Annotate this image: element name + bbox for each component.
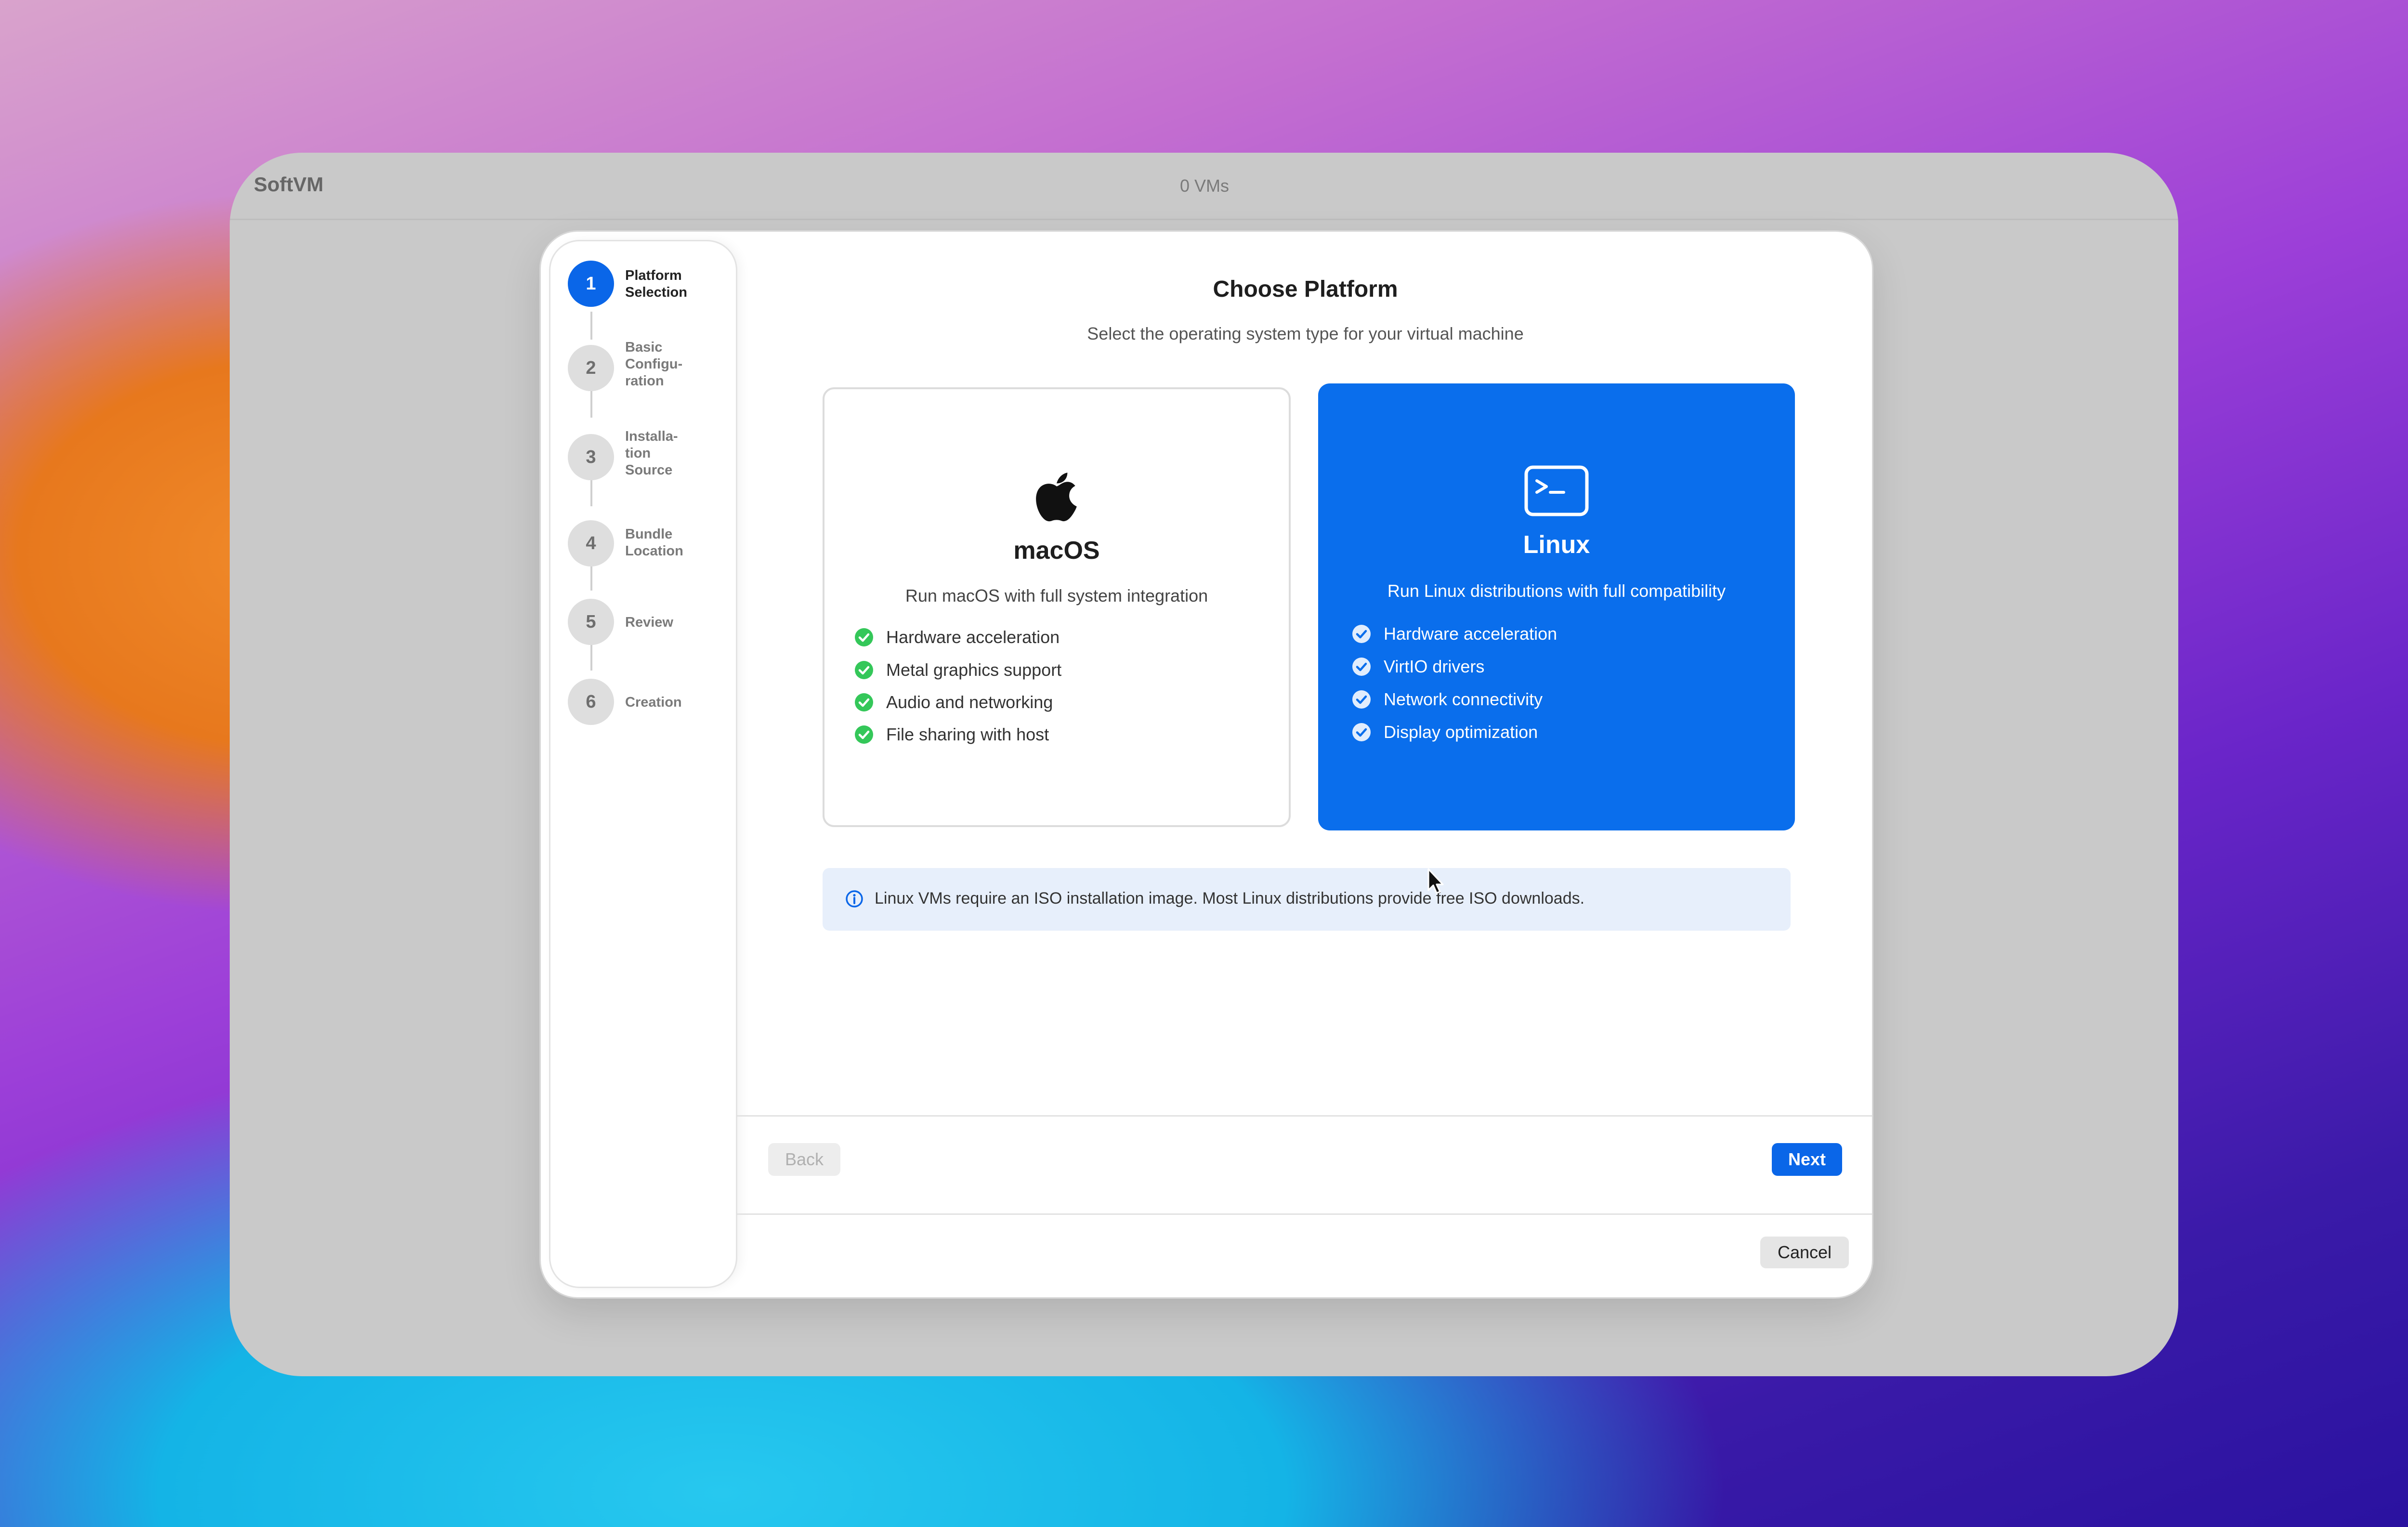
step-label: Basic Configu-ration	[625, 340, 683, 389]
mouse-cursor	[1426, 867, 1446, 896]
step-connector	[590, 644, 592, 671]
platform-card-macos[interactable]: macOS Run macOS with full system integra…	[823, 387, 1291, 827]
linux-feature: Hardware acceleration	[1352, 622, 1557, 646]
macos-feature: Audio and networking	[854, 690, 1053, 714]
feature-label: Metal graphics support	[886, 660, 1062, 680]
step-number: 5	[568, 599, 614, 645]
feature-label: Audio and networking	[886, 692, 1053, 712]
step-label: Installa-tion Source	[625, 429, 678, 478]
check-circle-icon	[855, 693, 873, 711]
check-circle-icon	[1352, 690, 1371, 709]
feature-label: Network connectivity	[1384, 689, 1543, 709]
step-number: 1	[568, 261, 614, 307]
step-connector	[590, 390, 592, 418]
cancel-button[interactable]: Cancel	[1760, 1237, 1849, 1268]
next-button[interactable]: Next	[1772, 1143, 1842, 1176]
step-label: Platform Selection	[625, 268, 687, 300]
step-number: 4	[568, 520, 614, 566]
step-number: 3	[568, 434, 614, 480]
check-circle-icon	[855, 661, 873, 679]
check-circle-icon	[855, 725, 873, 744]
back-button[interactable]: Back	[768, 1143, 840, 1176]
info-banner: Linux VMs require an ISO installation im…	[823, 868, 1791, 931]
linux-description: Run Linux distributions with full compat…	[1387, 581, 1726, 601]
linux-feature: Display optimization	[1352, 720, 1538, 744]
page-subtitle: Select the operating system type for you…	[1087, 324, 1524, 343]
step-number: 6	[568, 679, 614, 725]
step-connector	[590, 312, 592, 340]
feature-label: Hardware acceleration	[1384, 624, 1557, 644]
step-label: Bundle Location	[625, 527, 683, 559]
feature-label: File sharing with host	[886, 724, 1049, 744]
vm-count: 0 VMs	[1180, 176, 1230, 196]
step-connector	[590, 564, 592, 591]
feature-label: Hardware acceleration	[886, 627, 1060, 647]
apple-icon	[1032, 469, 1082, 523]
sheet-footer-divider	[736, 1213, 1872, 1215]
step-number: 2	[568, 345, 614, 391]
check-circle-icon	[1352, 723, 1371, 741]
new-vm-wizard-sheet: 1 Platform Selection 2 Basic Configu-rat…	[539, 230, 1873, 1299]
footer-divider	[736, 1115, 1872, 1117]
terminal-icon	[1524, 465, 1589, 516]
step-label: Review	[625, 615, 673, 630]
feature-label: Display optimization	[1384, 722, 1538, 742]
check-circle-icon	[1352, 625, 1371, 643]
feature-label: VirtIO drivers	[1384, 657, 1485, 676]
linux-feature: VirtIO drivers	[1352, 655, 1484, 679]
page-title: Choose Platform	[1213, 276, 1398, 302]
linux-feature: Network connectivity	[1352, 687, 1543, 711]
macos-description: Run macOS with full system integration	[905, 586, 1208, 606]
macos-feature: Hardware acceleration	[854, 625, 1060, 649]
step-label: Creation	[625, 695, 682, 710]
app-title: SoftVM	[254, 173, 324, 196]
macos-title: macOS	[1013, 537, 1100, 565]
step-connector	[590, 478, 592, 506]
check-circle-icon	[855, 628, 873, 646]
macos-feature: Metal graphics support	[854, 658, 1061, 682]
platform-card-linux[interactable]: Linux Run Linux distributions with full …	[1318, 383, 1795, 830]
check-circle-icon	[1352, 658, 1371, 676]
wizard-steps-sidebar: 1 Platform Selection 2 Basic Configu-rat…	[550, 241, 736, 1287]
info-icon	[845, 889, 864, 908]
info-text: Linux VMs require an ISO installation im…	[875, 889, 1585, 908]
linux-title: Linux	[1523, 531, 1590, 559]
macos-feature: File sharing with host	[854, 723, 1049, 747]
title-bar: SoftVM 0 VMs	[230, 153, 2178, 220]
